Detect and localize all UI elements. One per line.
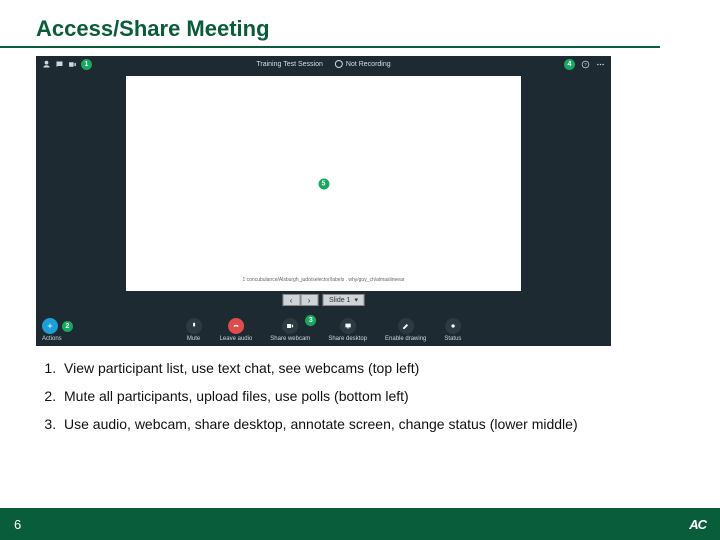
- bottombar-left: 2 Actions: [42, 318, 73, 342]
- badge-5: 5: [318, 178, 329, 189]
- svg-text:?: ?: [584, 62, 587, 67]
- topbar-left: 1: [42, 59, 92, 70]
- leave-audio-label: Leave audio: [220, 336, 253, 342]
- topbar: 1 Training Test Session Not Recording 4 …: [36, 56, 611, 72]
- bottombar-center: Mute Leave audio 3 Share webcam Share de…: [186, 318, 462, 342]
- canvas-footer-text: 1 concubulance/Alsburgh_judo/selector/la…: [126, 277, 521, 283]
- presentation-canvas: 5 1 concubulance/Alsburgh_judo/selector/…: [126, 76, 521, 291]
- badge-4: 4: [564, 59, 575, 70]
- footer-logo: AC: [689, 517, 706, 532]
- step-2: Mute all participants, upload files, use…: [60, 388, 684, 404]
- slide-title: Access/Share Meeting: [0, 0, 660, 48]
- slide-footer: 6 AC: [0, 508, 720, 540]
- share-webcam-label: Share webcam: [270, 336, 310, 342]
- share-desktop-label: Share desktop: [328, 336, 367, 342]
- status-control[interactable]: Status: [444, 318, 461, 342]
- session-title: Training Test Session: [256, 61, 323, 68]
- mute-control[interactable]: Mute: [186, 318, 202, 342]
- bottombar: 2 Actions Mute Leave audio 3 Share webca…: [36, 312, 611, 346]
- menu-icon: [596, 60, 605, 69]
- next-slide-button[interactable]: ›: [300, 294, 318, 306]
- prev-slide-button[interactable]: ‹: [282, 294, 300, 306]
- topbar-right: 4 ?: [564, 59, 605, 70]
- actions-label: Actions: [42, 336, 62, 342]
- leave-audio-control[interactable]: Leave audio: [220, 318, 253, 342]
- chat-icon: [55, 60, 64, 69]
- share-webcam-control[interactable]: 3 Share webcam: [270, 318, 310, 342]
- enable-drawing-control[interactable]: Enable drawing: [385, 318, 426, 342]
- page-number: 6: [14, 517, 21, 532]
- enable-drawing-label: Enable drawing: [385, 336, 426, 342]
- share-desktop-control[interactable]: Share desktop: [328, 318, 367, 342]
- user-icon: [42, 60, 51, 69]
- badge-1: 1: [81, 59, 92, 70]
- step-3: Use audio, webcam, share desktop, annota…: [60, 416, 684, 432]
- badge-3: 3: [305, 315, 316, 326]
- badge-2: 2: [62, 321, 73, 332]
- help-icon: ?: [581, 60, 590, 69]
- camera-icon: [68, 60, 77, 69]
- step-1: View participant list, use text chat, se…: [60, 360, 684, 376]
- topbar-center: Training Test Session Not Recording: [256, 60, 390, 68]
- chevron-down-icon: ▾: [354, 296, 358, 304]
- meeting-screenshot: 1 Training Test Session Not Recording 4 …: [36, 56, 611, 346]
- slide-pager: ‹ › Slide 1 ▾: [282, 294, 365, 306]
- instruction-list: View participant list, use text chat, se…: [60, 360, 684, 432]
- mute-label: Mute: [187, 336, 200, 342]
- slide-select[interactable]: Slide 1 ▾: [322, 294, 365, 306]
- recording-status: Not Recording: [335, 60, 391, 68]
- status-label: Status: [444, 336, 461, 342]
- slide-label: Slide 1: [329, 297, 350, 304]
- actions-button[interactable]: [42, 318, 58, 334]
